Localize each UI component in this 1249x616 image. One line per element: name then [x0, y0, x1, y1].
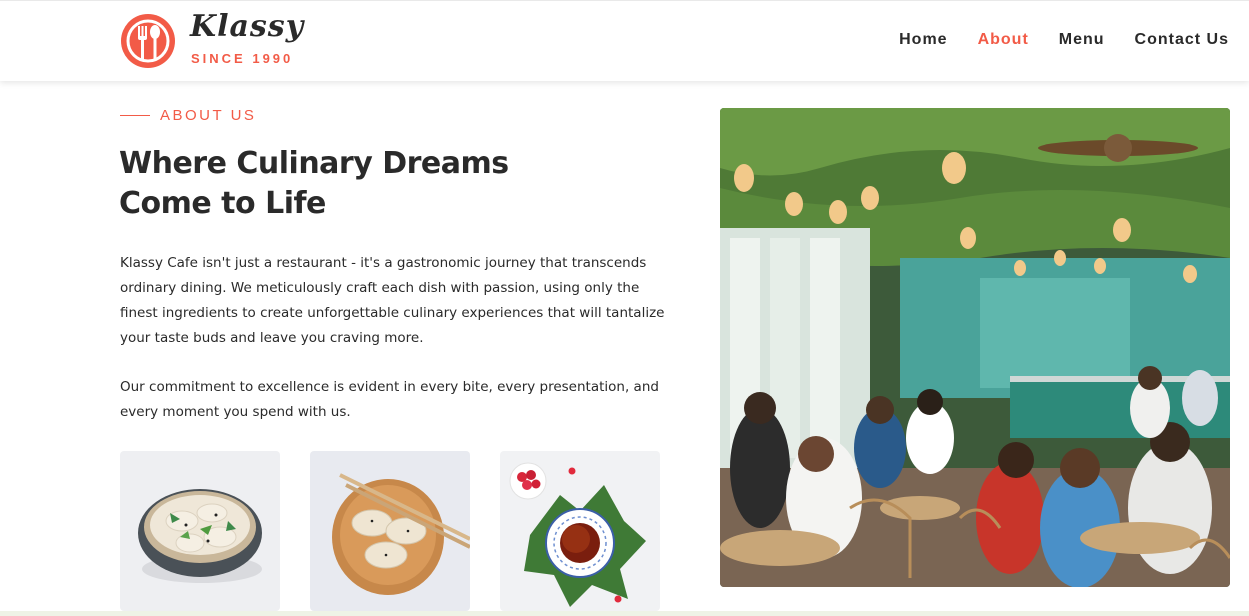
about-paragraph-2: Our commitment to excellence is evident …	[120, 379, 659, 420]
thumbnail-dumplings-chopsticks[interactable]	[310, 451, 470, 611]
nav-about[interactable]: About	[978, 31, 1029, 49]
fork-spoon-logo-icon	[121, 14, 175, 68]
dumplings-chopsticks-image	[310, 451, 470, 611]
bottom-edge	[0, 611, 1249, 616]
brand-tagline: SINCE 1990	[191, 51, 294, 66]
section-title: Where Culinary Dreams Come to Life	[119, 144, 639, 224]
tea-cup-berries-image	[500, 451, 660, 611]
restaurant-photo	[720, 108, 1230, 587]
brand-logo[interactable]: Klassy SINCE 1990	[120, 9, 303, 71]
thumbnail-dumplings-bowl[interactable]	[120, 451, 280, 611]
restaurant-interior-photo	[720, 108, 1230, 587]
thumbnail-tea-cup[interactable]	[500, 451, 660, 611]
dumplings-bowl-image	[120, 451, 280, 611]
brand-name: Klassy	[190, 9, 305, 44]
title-line-2: Come to Life	[119, 186, 326, 221]
title-line-1: Where Culinary Dreams	[119, 146, 509, 181]
nav-menu[interactable]: Menu	[1059, 31, 1105, 49]
nav-home[interactable]: Home	[899, 31, 947, 49]
eyebrow-divider	[120, 115, 150, 116]
about-paragraph-1: Klassy Cafe isn't just a restaurant - it…	[120, 255, 665, 346]
nav-contact-us[interactable]: Contact Us	[1135, 31, 1229, 49]
section-eyebrow: ABOUT US	[120, 107, 256, 124]
main-nav: Home About Menu Contact Us	[899, 31, 1229, 49]
eyebrow-label: ABOUT US	[160, 107, 257, 124]
site-header: Klassy SINCE 1990 Home About Menu Contac…	[0, 0, 1249, 81]
